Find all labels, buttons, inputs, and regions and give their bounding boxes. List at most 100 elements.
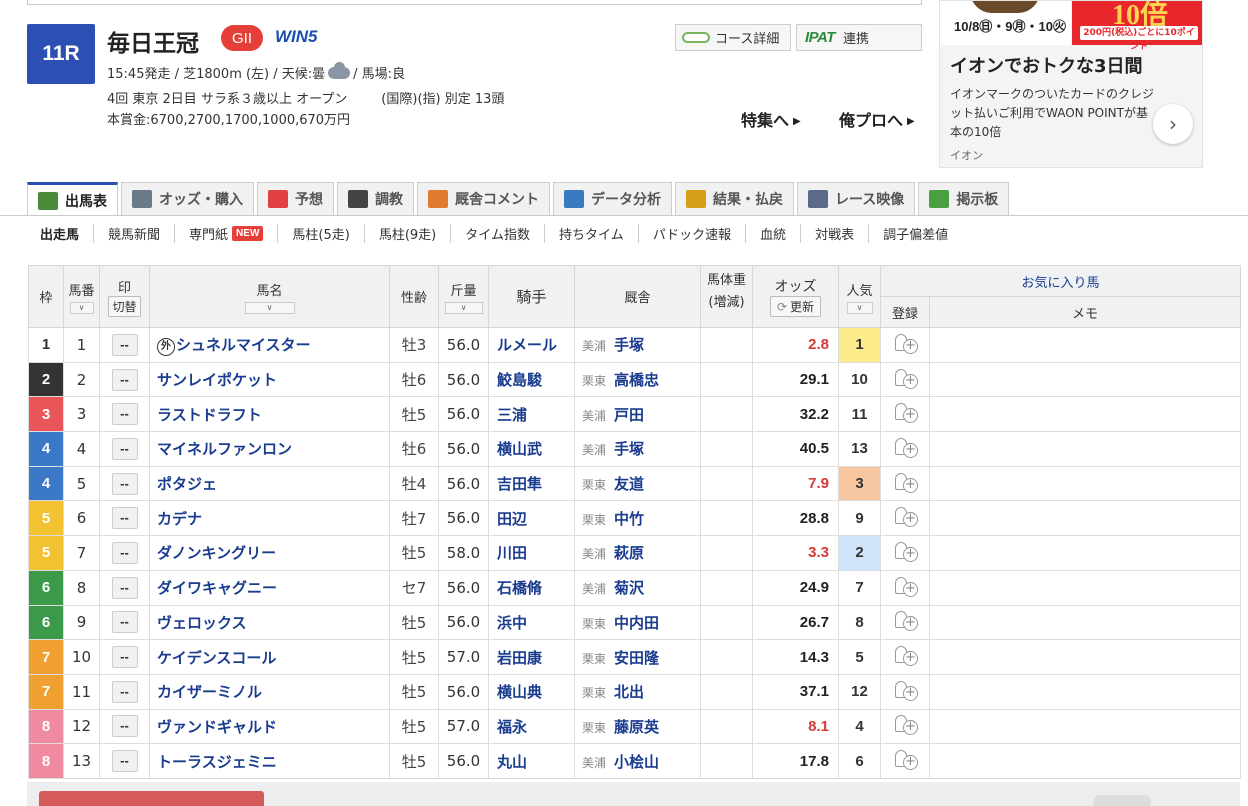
pro-link[interactable]: 俺プロへ ▶ (839, 107, 915, 131)
horse-name-link[interactable]: カデナ (157, 510, 202, 528)
subnav-item-3[interactable]: 専門紙 NEW (175, 223, 279, 243)
sort-chevron-icon[interactable]: ∨ (444, 301, 483, 314)
memo-cell[interactable] (929, 639, 1241, 675)
mark-selector[interactable]: -- (111, 472, 138, 495)
add-favorite-icon[interactable] (892, 332, 918, 354)
tab-2[interactable]: オッズ・購入 (121, 182, 254, 215)
tab-7[interactable]: 結果・払戻 (675, 182, 794, 215)
memo-cell[interactable] (929, 396, 1241, 433)
mark-selector[interactable]: -- (111, 368, 138, 391)
jockey-link[interactable]: 三浦 (497, 406, 527, 424)
add-favorite-icon[interactable] (892, 713, 918, 736)
memo-cell[interactable] (929, 500, 1241, 537)
memo-cell[interactable] (929, 535, 1241, 571)
jockey-link[interactable]: ルメール (497, 336, 557, 354)
jockey-link[interactable]: 横山武 (497, 440, 542, 458)
horse-name-link[interactable]: ダノンキングリー (157, 544, 276, 562)
subnav-item-7[interactable]: 持ちタイム (545, 223, 639, 243)
horse-name-link[interactable]: マイネルファンロン (157, 440, 292, 458)
pop-header[interactable]: 人気 ∨ (838, 265, 881, 328)
horse-name-link[interactable]: シュネルマイスター (176, 336, 311, 354)
umaban-header[interactable]: 馬番 ∨ (63, 265, 100, 328)
jockey-link[interactable]: 川田 (497, 544, 527, 562)
feature-link[interactable]: 特集へ ▶ (741, 107, 801, 131)
memo-cell[interactable] (929, 570, 1241, 606)
subnav-item-4[interactable]: 馬柱(5走) (278, 223, 365, 243)
memo-cell[interactable] (929, 709, 1241, 745)
add-favorite-icon[interactable] (892, 609, 918, 632)
horse-name-link[interactable]: ダイワキャグニー (157, 579, 277, 597)
add-favorite-icon[interactable] (892, 679, 918, 701)
mark-toggle-button[interactable]: 切替 (108, 295, 141, 317)
trainer-link[interactable]: 小桧山 (614, 753, 659, 771)
subnav-item-2[interactable]: 競馬新聞 (94, 223, 176, 243)
memo-cell[interactable] (929, 743, 1241, 779)
mark-selector[interactable]: -- (111, 541, 138, 564)
ipat-link-button[interactable]: IPAT 連携 (796, 24, 922, 51)
mark-selector[interactable]: -- (111, 333, 138, 356)
mark-selector[interactable]: -- (111, 611, 138, 634)
horse-name-link[interactable]: ケイデンスコール (157, 649, 276, 667)
add-favorite-icon[interactable] (892, 540, 918, 562)
tab-3[interactable]: 予想 (257, 182, 334, 215)
mark-selector[interactable]: -- (111, 576, 138, 599)
jockey-link[interactable]: 丸山 (497, 753, 527, 771)
mark-selector[interactable]: -- (111, 750, 138, 773)
mark-selector[interactable]: -- (111, 646, 138, 669)
memo-cell[interactable] (929, 431, 1241, 467)
tab-6[interactable]: データ分析 (553, 182, 672, 215)
memo-cell[interactable] (929, 362, 1241, 398)
bottom-toggle-switch[interactable] (1093, 795, 1151, 806)
jockey-link[interactable]: 浜中 (497, 614, 527, 632)
trainer-link[interactable]: 中内田 (614, 614, 659, 632)
jockey-link[interactable]: 岩田康 (497, 649, 542, 667)
jockey-link[interactable]: 福永 (497, 718, 527, 736)
trainer-link[interactable]: 手塚 (614, 336, 644, 354)
subnav-item-11[interactable]: 調子偏差値 (869, 224, 962, 243)
horse-name-link[interactable]: ヴェロックス (157, 614, 247, 632)
tab-1[interactable]: 出馬表 (27, 182, 118, 216)
add-favorite-icon[interactable] (892, 748, 918, 771)
trainer-link[interactable]: 北出 (614, 683, 644, 701)
trainer-link[interactable]: 中竹 (614, 510, 644, 528)
jockey-link[interactable]: 石橋脩 (497, 579, 542, 597)
horse-name-link[interactable]: ヴァンドギャルド (157, 718, 277, 736)
subnav-item-6[interactable]: タイム指数 (451, 223, 545, 243)
bottom-action-button[interactable] (39, 791, 264, 806)
sort-chevron-icon[interactable]: ∨ (69, 301, 94, 314)
jockey-link[interactable]: 横山典 (497, 683, 542, 701)
trainer-link[interactable]: 高橋忠 (614, 371, 659, 389)
mark-selector[interactable]: -- (111, 437, 138, 460)
jockey-link[interactable]: 田辺 (497, 510, 527, 528)
add-favorite-icon[interactable] (892, 436, 918, 458)
trainer-link[interactable]: 萩原 (614, 544, 644, 562)
trainer-link[interactable]: 友道 (614, 475, 644, 493)
tab-5[interactable]: 厩舎コメント (417, 182, 550, 215)
subnav-item-10[interactable]: 対戦表 (801, 223, 870, 243)
subnav-item-5[interactable]: 馬柱(9走) (365, 223, 452, 243)
sort-chevron-icon[interactable]: ∨ (846, 301, 873, 314)
memo-cell[interactable] (929, 466, 1241, 502)
weight-header[interactable]: 斤量 ∨ (438, 265, 489, 328)
tab-9[interactable]: 掲示板 (918, 182, 1010, 215)
mark-selector[interactable]: -- (111, 507, 138, 530)
horse-name-link[interactable]: ラストドラフト (157, 406, 262, 424)
win5-logo[interactable]: WIN5 (275, 27, 318, 47)
mark-selector[interactable]: -- (111, 403, 138, 426)
sort-chevron-icon[interactable]: ∨ (244, 301, 295, 314)
mark-selector[interactable]: -- (111, 715, 138, 738)
ad-banner[interactable]: 10/8㊐・9㊊・10㊋ 10倍 200円(税込)ごとに10ポイント イオンでお… (939, 0, 1203, 168)
tab-4[interactable]: 調教 (337, 182, 414, 215)
horse-name-link[interactable]: サンレイポケット (157, 371, 277, 389)
tab-8[interactable]: レース映像 (797, 182, 916, 215)
trainer-link[interactable]: 戸田 (614, 406, 644, 424)
trainer-link[interactable]: 菊沢 (614, 579, 644, 597)
chevron-right-icon[interactable]: › (1153, 104, 1193, 144)
trainer-link[interactable]: 藤原英 (614, 718, 659, 736)
memo-cell[interactable] (929, 674, 1241, 710)
trainer-link[interactable]: 安田隆 (614, 649, 659, 667)
add-favorite-icon[interactable] (892, 367, 918, 389)
jockey-link[interactable]: 鮫島駿 (497, 371, 542, 389)
horse-name-link[interactable]: トーラスジェミニ (157, 753, 277, 771)
add-favorite-icon[interactable] (892, 575, 918, 597)
